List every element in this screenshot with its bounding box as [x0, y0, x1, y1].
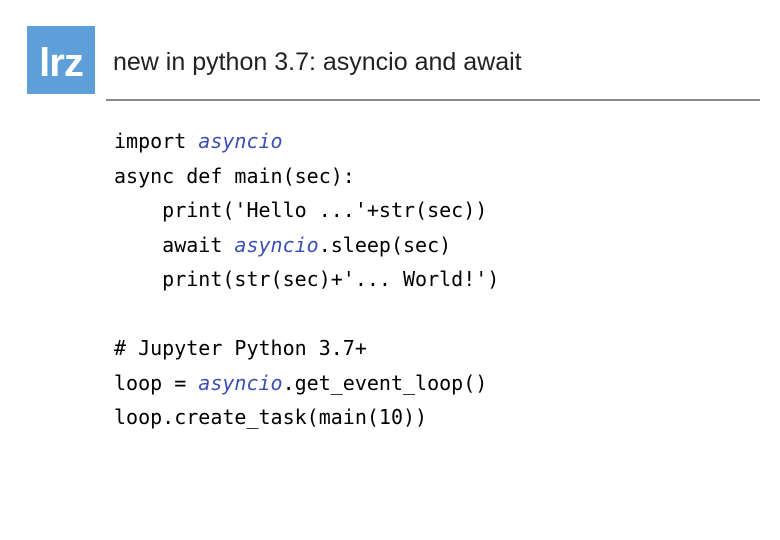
code-block: import asyncio async def main(sec): print… [114, 124, 499, 435]
lrz-logo: lrz [27, 26, 95, 94]
code-token: print('Hello ...'+str(sec)) [114, 198, 488, 222]
code-token: # Jupyter Python 3.7+ [114, 336, 367, 360]
module-name: asyncio [198, 370, 283, 395]
code-token: loop = [114, 370, 199, 395]
code-line: async def main(sec): [114, 159, 499, 194]
code-line: print(str(sec)+'... World!') [114, 262, 499, 297]
code-token: .sleep(sec) [318, 232, 452, 257]
slide-title: new in python 3.7: asyncio and await [113, 48, 522, 76]
code-token: import [114, 129, 199, 153]
code-token: await [114, 232, 235, 257]
code-token: async def main(sec): [114, 163, 355, 188]
code-token: print(str(sec)+'... World!') [114, 267, 500, 291]
code-line: await asyncio.sleep(sec) [114, 228, 499, 263]
module-name: asyncio [198, 129, 283, 153]
code-line: loop = asyncio.get_event_loop() [114, 366, 499, 401]
code-line: import asyncio [114, 124, 499, 159]
code-line: loop.create_task(main(10)) [114, 400, 499, 435]
code-token: loop.create_task(main(10)) [114, 405, 428, 429]
module-name: asyncio [234, 232, 319, 257]
code-line: # Jupyter Python 3.7+ [114, 331, 499, 366]
logo-text: lrz [39, 41, 84, 85]
code-token: .get_event_loop() [282, 370, 488, 395]
title-divider [106, 99, 760, 101]
code-line: print('Hello ...'+str(sec)) [114, 193, 499, 228]
